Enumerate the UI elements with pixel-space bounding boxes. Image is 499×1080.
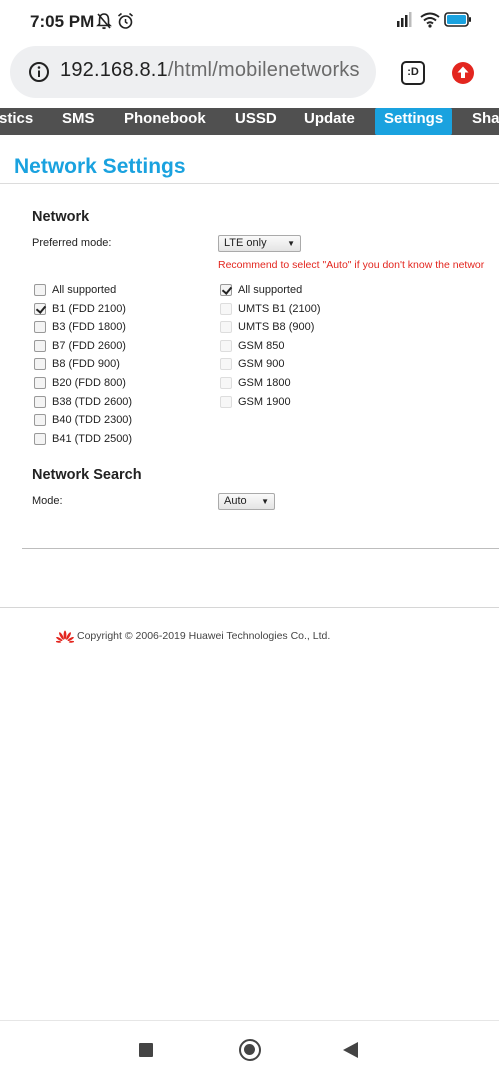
- lte-band-all[interactable]: All supported: [34, 283, 116, 297]
- checkbox-label: B40 (TDD 2300): [52, 414, 133, 426]
- other-band-gsm-850[interactable]: GSM 850: [220, 339, 284, 353]
- alarm-icon: [117, 12, 134, 35]
- checkbox[interactable]: [34, 414, 46, 426]
- lte-band-b20[interactable]: B20 (FDD 800): [34, 376, 126, 390]
- checkbox[interactable]: [34, 358, 46, 370]
- lte-band-b40[interactable]: B40 (TDD 2300): [34, 413, 132, 427]
- checkbox[interactable]: [34, 303, 46, 315]
- battery-icon: [444, 12, 472, 33]
- address-bar[interactable]: 192.168.8.1/html/mobilenetworks: [10, 46, 376, 98]
- preferred-mode-label: Preferred mode:: [32, 237, 112, 249]
- status-time: 7:05 PM: [30, 12, 95, 31]
- other-band-all[interactable]: All supported: [220, 283, 302, 297]
- home-icon[interactable]: [239, 1039, 261, 1061]
- status-bar: 7:05 PM: [0, 0, 499, 44]
- checkbox[interactable]: [220, 284, 232, 296]
- checkbox[interactable]: [34, 377, 46, 389]
- system-navigation-bar: [0, 1020, 499, 1080]
- browser-toolbar: 192.168.8.1/html/mobilenetworks :D: [0, 44, 499, 106]
- checkbox-label: GSM 1900: [238, 396, 291, 408]
- mode-label: Mode:: [32, 495, 63, 507]
- other-band-gsm-1800[interactable]: GSM 1800: [220, 376, 291, 390]
- nav-item-settings[interactable]: Settings: [375, 108, 453, 135]
- chevron-down-icon: ▼: [287, 239, 295, 248]
- checkbox[interactable]: [34, 340, 46, 352]
- checkbox[interactable]: [34, 321, 46, 333]
- checkbox-label: All supported: [52, 284, 117, 296]
- checkbox-label: B20 (FDD 800): [52, 377, 126, 389]
- network-search-mode-select[interactable]: Auto ▼: [218, 493, 275, 510]
- checkbox[interactable]: [220, 340, 232, 352]
- info-icon[interactable]: [28, 61, 50, 88]
- lte-band-b8[interactable]: B8 (FDD 900): [34, 357, 120, 371]
- network-search-mode-value: Auto: [224, 495, 247, 507]
- checkbox-label: B8 (FDD 900): [52, 358, 120, 370]
- preferred-mode-value: LTE only: [224, 237, 267, 249]
- main-nav: stics SMS Phonebook USSD Update Settings…: [0, 108, 499, 135]
- checkbox[interactable]: [220, 303, 232, 315]
- checkbox-label: B1 (FDD 2100): [52, 303, 126, 315]
- checkbox[interactable]: [34, 433, 46, 445]
- checkbox-label: B7 (FDD 2600): [52, 340, 126, 352]
- url-text[interactable]: 192.168.8.1/html/mobilenetworks: [60, 59, 360, 82]
- network-search-heading: Network Search: [32, 467, 142, 483]
- checkbox[interactable]: [34, 396, 46, 408]
- network-heading: Network: [32, 209, 90, 225]
- recents-icon[interactable]: [139, 1043, 153, 1057]
- checkbox[interactable]: [34, 284, 46, 296]
- checkbox-label: B41 (TDD 2500): [52, 433, 133, 445]
- preferred-mode-select[interactable]: LTE only ▼: [218, 235, 301, 252]
- url-host: 192.168.8.1: [60, 59, 168, 81]
- tab-switcher-button[interactable]: :D: [401, 61, 425, 85]
- checkbox-label: UMTS B8 (900): [238, 321, 315, 333]
- nav-item-statistics[interactable]: stics: [0, 108, 33, 135]
- nav-item-update[interactable]: Update: [304, 108, 355, 135]
- upload-icon[interactable]: [451, 61, 475, 90]
- wifi-icon: [420, 12, 440, 33]
- other-band-gsm-900[interactable]: GSM 900: [220, 357, 284, 371]
- copyright-text: Copyright © 2006-2019 Huawei Technologie…: [77, 630, 331, 642]
- notifications-off-icon: [96, 12, 112, 35]
- checkbox-label: GSM 850: [238, 340, 285, 352]
- title-divider: [0, 183, 499, 184]
- checkbox[interactable]: [220, 358, 232, 370]
- back-icon[interactable]: [343, 1042, 358, 1058]
- lte-band-b1[interactable]: B1 (FDD 2100): [34, 302, 126, 316]
- checkbox-label: All supported: [238, 284, 303, 296]
- checkbox-label: UMTS B1 (2100): [238, 303, 321, 315]
- checkbox[interactable]: [220, 321, 232, 333]
- checkbox[interactable]: [220, 377, 232, 389]
- nav-item-phonebook[interactable]: Phonebook: [124, 108, 206, 135]
- checkbox-label: GSM 900: [238, 358, 285, 370]
- footer-divider: [0, 607, 499, 608]
- recommendation-text: Recommend to select "Auto" if you don't …: [218, 259, 485, 271]
- huawei-logo-icon: [55, 630, 75, 649]
- other-band-umts-b1[interactable]: UMTS B1 (2100): [220, 302, 321, 316]
- lte-band-b7[interactable]: B7 (FDD 2600): [34, 339, 126, 353]
- nav-item-share[interactable]: Sha: [472, 108, 499, 135]
- nav-item-sms[interactable]: SMS: [62, 108, 95, 135]
- chevron-down-icon: ▼: [261, 497, 269, 506]
- page-title: Network Settings: [14, 155, 186, 178]
- other-band-umts-b8[interactable]: UMTS B8 (900): [220, 320, 314, 334]
- section-divider: [22, 548, 499, 549]
- checkbox[interactable]: [220, 396, 232, 408]
- lte-band-b3[interactable]: B3 (FDD 1800): [34, 320, 126, 334]
- lte-band-b41[interactable]: B41 (TDD 2500): [34, 432, 132, 446]
- signal-icon: [396, 12, 416, 33]
- checkbox-label: B3 (FDD 1800): [52, 321, 126, 333]
- url-path: /html/mobilenetworks: [167, 59, 360, 81]
- nav-item-ussd[interactable]: USSD: [235, 108, 277, 135]
- lte-band-b38[interactable]: B38 (TDD 2600): [34, 395, 132, 409]
- checkbox-label: B38 (TDD 2600): [52, 396, 133, 408]
- other-band-gsm-1900[interactable]: GSM 1900: [220, 395, 291, 409]
- checkbox-label: GSM 1800: [238, 377, 291, 389]
